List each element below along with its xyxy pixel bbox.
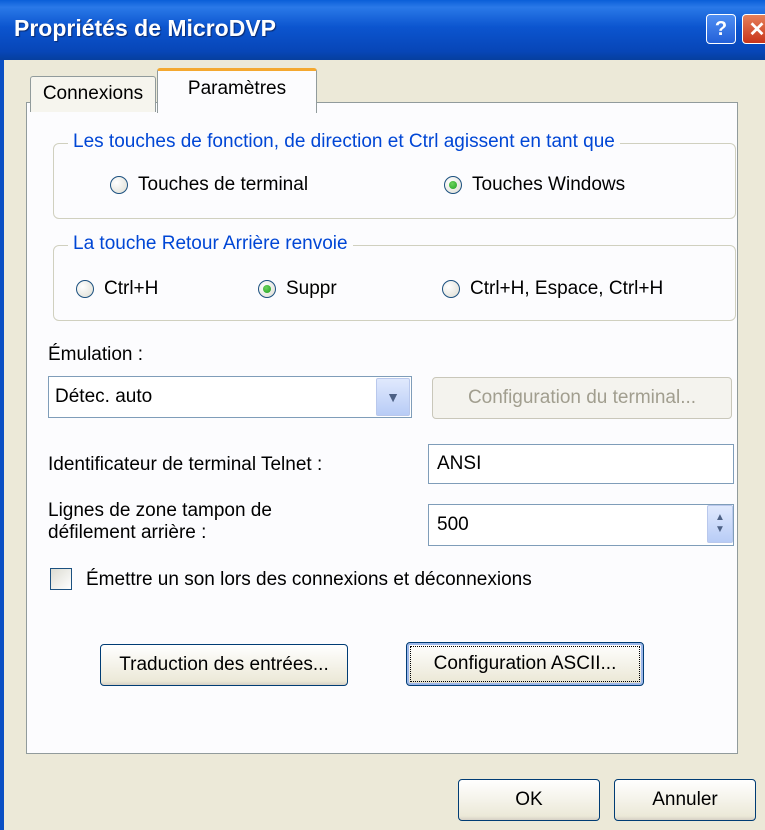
help-icon: ? [714,17,728,40]
tab-parametres[interactable]: Paramètres [157,68,317,113]
radio-label: Touches de terminal [138,174,309,195]
close-icon: ✕ [748,18,765,41]
radio-label: Suppr [286,278,337,299]
radio-label: Touches Windows [472,174,626,195]
close-button[interactable]: ✕ [742,14,765,44]
radio-selected-icon [444,176,462,194]
backspace-group-legend: La touche Retour Arrière renvoie [68,233,353,255]
sound-checkbox[interactable] [50,568,72,590]
radio-suppr[interactable]: Suppr [258,278,337,300]
input-translation-button[interactable]: Traduction des entrées... [100,644,348,686]
terminal-config-button[interactable]: Configuration du terminal... [432,377,732,419]
scrollback-label-line2: défilement arrière : [48,522,207,543]
keys-group-legend: Les touches de fonction, de direction et… [68,131,620,153]
tab-connexions[interactable]: Connexions [30,76,156,112]
radio-ctrl-h-space[interactable]: Ctrl+H, Espace, Ctrl+H [442,278,663,300]
telnet-id-input[interactable] [428,444,734,484]
radio-selected-icon [258,280,276,298]
radio-icon [110,176,128,194]
emulation-select[interactable]: Détec. auto ▼ [48,376,412,418]
sound-label: Émettre un son lors des connexions et dé… [86,569,532,590]
title-bar[interactable]: Propriétés de MicroDVP ? ✕ [0,0,765,60]
emulation-label: Émulation : [48,344,144,365]
window-frame [0,60,4,830]
scrollback-input[interactable] [428,504,734,546]
radio-terminal-keys[interactable]: Touches de terminal [110,174,308,196]
spinner-icon[interactable]: ▲ ▼ [707,505,733,543]
cancel-button[interactable]: Annuler [614,779,756,821]
radio-label: Ctrl+H [104,278,159,299]
window-title: Propriétés de MicroDVP [14,15,277,41]
radio-label: Ctrl+H, Espace, Ctrl+H [470,278,664,299]
ascii-config-button[interactable]: Configuration ASCII... [406,642,644,686]
scrollback-label-line1: Lignes de zone tampon de [48,500,272,521]
scrollback-spinner[interactable]: ▲▼ [428,504,734,546]
radio-icon [442,280,460,298]
ok-button[interactable]: OK [458,779,600,821]
radio-windows-keys[interactable]: Touches Windows [444,174,625,196]
radio-ctrl-h[interactable]: Ctrl+H [76,278,158,300]
emulation-value: Détec. auto [55,386,153,407]
help-button[interactable]: ? [706,14,736,44]
radio-icon [76,280,94,298]
chevron-down-icon[interactable]: ▼ [376,378,410,416]
telnet-label: Identificateur de terminal Telnet : [48,454,323,475]
